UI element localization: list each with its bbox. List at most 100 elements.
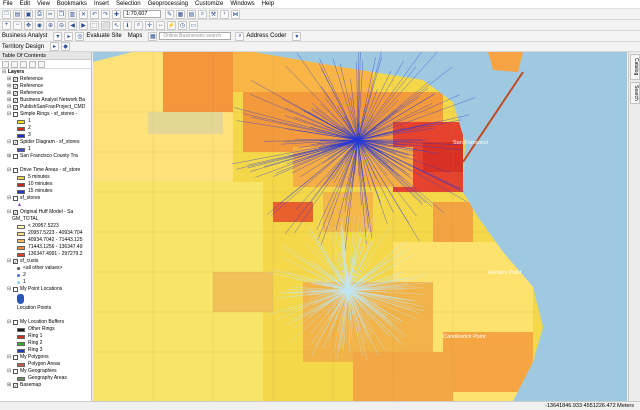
expand-icon[interactable]: ⊞ [7, 76, 12, 83]
add-data-icon[interactable]: ✚ [112, 9, 121, 19]
list-by-selection-icon[interactable] [29, 60, 36, 68]
copy-icon[interactable]: ❐ [57, 9, 66, 19]
toc-layer-row[interactable]: ⊟ My Point Locations [0, 286, 91, 293]
menu-geoprocessing[interactable]: Geoprocessing [148, 0, 188, 9]
layer-visibility-checkbox[interactable]: ✓ [13, 383, 18, 388]
collapse-icon[interactable]: ⊟ [7, 354, 12, 361]
fixed-zoom-in-icon[interactable]: ⊕ [46, 20, 55, 30]
paste-icon[interactable]: ▥ [68, 9, 77, 19]
catalog-icon[interactable]: ▤ [187, 9, 196, 19]
search-go-icon[interactable]: ⌕ [235, 31, 245, 41]
print-icon[interactable]: ⎙ [35, 9, 44, 19]
toc-layer-row[interactable]: ⊟ My Geographies [0, 368, 91, 375]
layer-visibility-checkbox[interactable] [13, 168, 18, 173]
ba-tool-icon-3[interactable]: ◎ [75, 31, 85, 41]
collapse-icon[interactable]: ⊟ [7, 368, 12, 375]
catalog-tab[interactable]: Catalog [630, 54, 640, 80]
online-businesses-search-input[interactable]: Online Businesses search [159, 32, 232, 40]
ba-tool-icon-4[interactable]: ▦ [148, 31, 158, 41]
layer-visibility-checkbox[interactable] [13, 369, 18, 374]
layer-visibility-checkbox[interactable]: ✓ [13, 84, 18, 89]
find-icon[interactable]: ⌕ [134, 20, 143, 30]
toc-layer-row[interactable]: ⊞ ✓ Reference [0, 90, 91, 97]
menu-view[interactable]: View [37, 0, 50, 9]
model-icon[interactable]: ⋈ [231, 9, 240, 19]
toc-layer-row[interactable]: ⊞ ✓ Basemap [0, 382, 91, 389]
go-to-xy-icon[interactable]: ✛ [145, 20, 154, 30]
toc-layer-row[interactable]: ⊞ ✓ Reference [0, 76, 91, 83]
menu-help[interactable]: Help [262, 0, 274, 9]
delete-icon[interactable]: ✕ [79, 9, 88, 19]
territory-design-menu[interactable]: Territory Design [2, 44, 44, 50]
collapse-icon[interactable]: ⊟ [7, 209, 12, 216]
collapse-icon[interactable]: ⊟ [7, 111, 12, 118]
menu-bookmarks[interactable]: Bookmarks [57, 0, 87, 9]
toc-layer-row[interactable]: ⊟ Layers [0, 69, 91, 76]
list-by-source-icon[interactable] [11, 60, 18, 68]
layer-visibility-checkbox[interactable]: ✓ [13, 259, 18, 264]
forward-icon[interactable]: ▶ [79, 20, 88, 30]
layer-visibility-checkbox[interactable] [13, 287, 18, 292]
menu-customize[interactable]: Customize [195, 0, 223, 9]
search-icon[interactable]: ⌕ [198, 9, 207, 19]
menu-insert[interactable]: Insert [94, 0, 109, 9]
back-icon[interactable]: ◀ [68, 20, 77, 30]
toc-layer-row[interactable]: ⊟ ✓ Original Huff Model - Sa [0, 209, 91, 216]
ba-tool-icon[interactable]: ▾ [53, 31, 63, 41]
map-view[interactable]: San Francisco Hunters Point Candlestick … [93, 52, 627, 401]
python-icon[interactable]: › [220, 9, 229, 19]
open-icon[interactable]: ▤ [13, 9, 22, 19]
collapse-icon[interactable]: ⊟ [7, 258, 12, 265]
expand-icon[interactable]: ⊞ [7, 153, 12, 160]
address-coder-icon[interactable]: ▾ [292, 31, 302, 41]
layer-visibility-checkbox[interactable] [13, 355, 18, 360]
collapse-icon[interactable]: ⊟ [2, 69, 7, 76]
collapse-icon[interactable]: ⊟ [7, 104, 12, 111]
zoom-in-icon[interactable]: + [2, 20, 11, 30]
layer-visibility-checkbox[interactable]: ✓ [13, 140, 18, 145]
time-slider-icon[interactable]: ◷ [178, 20, 187, 30]
menu-edit[interactable]: Edit [20, 0, 30, 9]
menu-file[interactable]: File [3, 0, 13, 9]
new-icon[interactable]: □ [2, 9, 11, 19]
pan-icon[interactable]: ✥ [24, 20, 33, 30]
layer-visibility-checkbox[interactable]: ✓ [13, 77, 18, 82]
toc-layer-row[interactable]: ⊟ ✓ PublishSanFranProject_CMD [0, 104, 91, 111]
select-features-icon[interactable]: ⬚ [90, 20, 99, 30]
expand-icon[interactable]: ⊞ [7, 83, 12, 90]
zoom-out-icon[interactable]: − [13, 20, 22, 30]
expand-icon[interactable]: ⊞ [7, 90, 12, 97]
menu-windows[interactable]: Windows [230, 0, 254, 9]
editor-icon[interactable]: ✎ [165, 9, 174, 19]
territory-tool-icon[interactable]: ▸ [50, 42, 60, 51]
toc-layer-row[interactable]: ⊞ ✓ Reference [0, 83, 91, 90]
layer-visibility-checkbox[interactable] [13, 196, 18, 201]
toc-layer-row[interactable]: ⊟ Drive Time Areas - sf_store [0, 167, 91, 174]
expand-icon[interactable]: ⊞ [7, 382, 12, 389]
full-extent-icon[interactable]: ◉ [35, 20, 44, 30]
toc-layer-row[interactable]: ⊟ ✓ sf_custs [0, 258, 91, 265]
menu-selection[interactable]: Selection [116, 0, 141, 9]
measure-icon[interactable]: ↔ [156, 20, 165, 30]
toc-layer-row[interactable]: ⊟ ✓ Spider Diagram - sf_stores [0, 139, 91, 146]
viewer-icon[interactable]: ▭ [189, 20, 198, 30]
evaluate-site-menu[interactable]: Evaluate Site [86, 33, 121, 39]
layer-visibility-checkbox[interactable]: ✓ [13, 210, 18, 215]
table-icon[interactable]: ▦ [176, 9, 185, 19]
layer-visibility-checkbox[interactable]: ✓ [13, 98, 18, 103]
address-coder-menu[interactable]: Address Coder [246, 33, 286, 39]
collapse-icon[interactable]: ⊟ [7, 195, 12, 202]
ba-tool-icon-2[interactable]: ▸ [64, 31, 74, 41]
hyperlink-icon[interactable]: ⚡ [167, 20, 176, 30]
territory-tool-icon-2[interactable]: ◆ [61, 42, 71, 51]
toc-options-icon[interactable] [38, 60, 45, 68]
fixed-zoom-out-icon[interactable]: ⊖ [57, 20, 66, 30]
collapse-icon[interactable]: ⊟ [7, 167, 12, 174]
cut-icon[interactable]: ✂ [46, 9, 55, 19]
layer-visibility-checkbox[interactable]: ✓ [13, 91, 18, 96]
toc-layer-row[interactable]: ⊟ sf_stores [0, 195, 91, 202]
toc-layer-row[interactable]: ⊟ Simple Rings - sf_stores - [0, 111, 91, 118]
redo-icon[interactable]: ↷ [101, 9, 110, 19]
collapse-icon[interactable]: ⊟ [7, 286, 12, 293]
expand-icon[interactable]: ⊞ [7, 97, 12, 104]
